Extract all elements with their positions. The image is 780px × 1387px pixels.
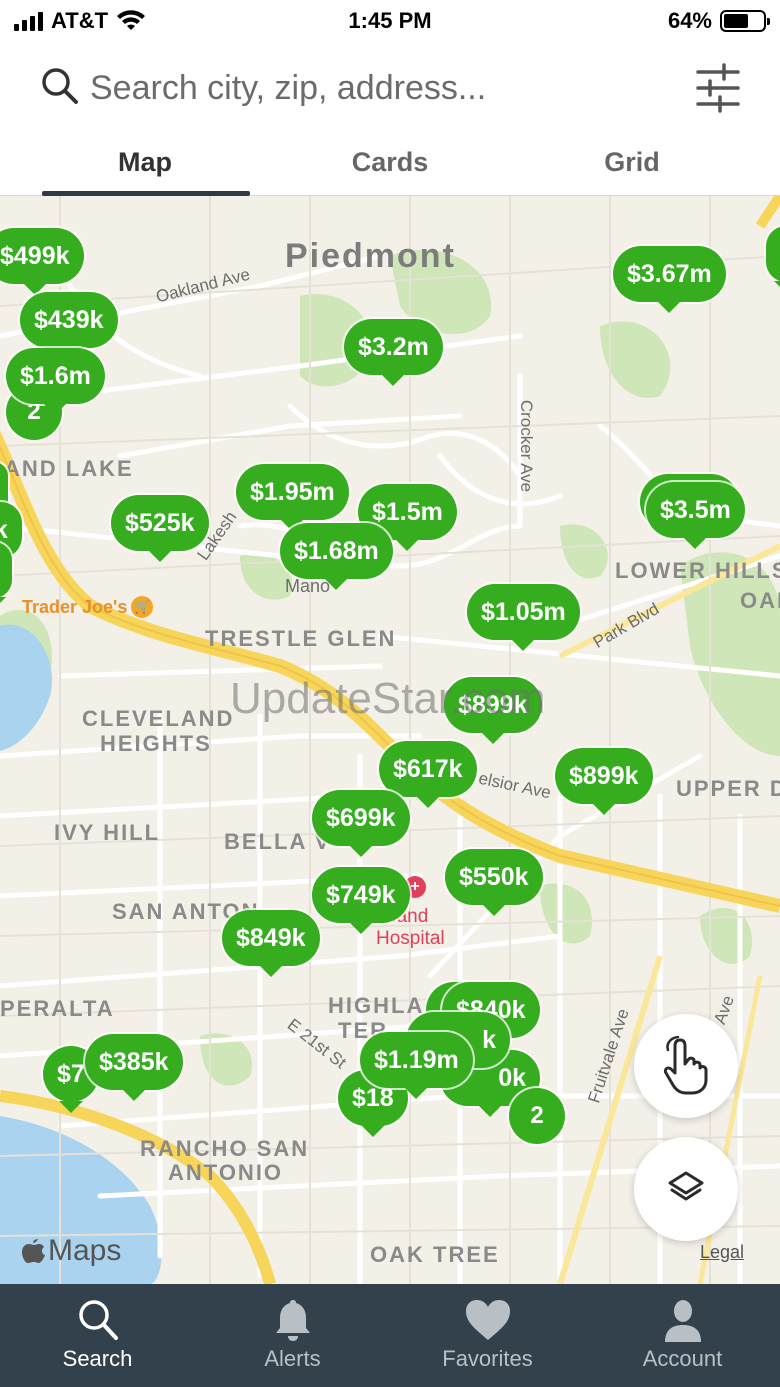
price-pin[interactable]: $899k (555, 748, 653, 815)
price-pin[interactable]: $3.67m (613, 246, 726, 313)
place-label: Mano (285, 576, 331, 596)
legal-link[interactable]: Legal (700, 1242, 744, 1263)
bottom-nav: Search Alerts Favorites Account (0, 1284, 780, 1387)
tab-map[interactable]: Map (40, 132, 250, 192)
place-label: BELLA V (224, 829, 332, 854)
map-layers-button[interactable] (634, 1137, 738, 1241)
maps-label: Maps (48, 1234, 122, 1267)
place-label: RANCHO SAN (140, 1136, 310, 1161)
search-icon (42, 68, 78, 104)
place-label: HEIGHTS (100, 731, 212, 756)
status-bar: AT&T 1:45 PM 64% (0, 0, 780, 44)
place-label: TRESTLE GLEN (205, 626, 397, 651)
price-pin[interactable]: $499k (0, 228, 84, 295)
status-battery-group: 64% (667, 8, 770, 34)
view-tabs: Map Cards Grid (0, 132, 780, 196)
battery-percent: 64% (667, 8, 712, 33)
nav-favorites[interactable]: Favorites (390, 1284, 585, 1387)
price-pin[interactable]: $3.5m (646, 482, 745, 549)
draw-area-button[interactable] (634, 1014, 738, 1118)
nav-search[interactable]: Search (0, 1284, 195, 1387)
price-pin[interactable]: $1.95m (236, 464, 349, 531)
price-pin[interactable]: $439k (20, 292, 118, 359)
price-pin[interactable]: $1.19m (360, 1032, 473, 1099)
bell-icon (276, 1300, 310, 1341)
place-label: LOWER HILLS (615, 558, 780, 583)
price-pin[interactable]: $749k (312, 867, 410, 934)
apple-maps-attribution: Maps (22, 1234, 121, 1268)
nav-label: Alerts (264, 1346, 321, 1371)
search-bar (0, 52, 780, 124)
place-label: OAK (740, 588, 780, 613)
nav-label: Account (642, 1346, 723, 1371)
price-pin[interactable]: $525k (111, 495, 209, 562)
search-icon (79, 1300, 118, 1340)
place-label: PERALTA (0, 996, 115, 1021)
price-pin[interactable]: $3.2m (344, 319, 443, 386)
price-pin[interactable]: $699k (312, 790, 410, 857)
price-pin[interactable]: $1.68m (280, 523, 393, 590)
cluster-pin[interactable]: 2 (509, 1088, 565, 1144)
filter-sliders-icon[interactable] (694, 62, 742, 114)
status-time: 1:45 PM (348, 8, 432, 33)
tab-grid[interactable]: Grid (527, 132, 737, 192)
place-label: Piedmont (285, 237, 456, 275)
price-pin[interactable]: $617k (379, 741, 477, 808)
place-label: HIGHLA (328, 993, 425, 1018)
hospital-name-2: Hospital (376, 928, 445, 949)
price-pin[interactable]: $550k (445, 849, 543, 916)
tab-cards[interactable]: Cards (285, 132, 495, 192)
search-input[interactable] (90, 64, 650, 112)
nav-label: Search (62, 1346, 133, 1371)
shopping-cart-icon: 🛒 (131, 596, 154, 618)
place-label: OAK TREE (370, 1242, 500, 1267)
watermark: UpdateStar.com (230, 674, 546, 723)
price-pin[interactable]: $1.05m (467, 584, 580, 651)
price-pin[interactable]: $1.6m (6, 348, 105, 415)
place-label: AND LAKE (4, 456, 134, 481)
poi-label: Trader Joe's (22, 596, 128, 617)
street-label: Crocker Ave (517, 399, 537, 493)
nav-account[interactable]: Account (585, 1284, 780, 1387)
place-label: IVY HILL (54, 820, 161, 845)
map-view[interactable]: Piedmont AND LAKE TRESTLE GLEN CLEVELAND… (0, 196, 780, 1284)
hand-pointer-icon (663, 1036, 708, 1095)
person-icon (665, 1300, 701, 1342)
price-pin[interactable]: $849k (222, 910, 320, 977)
nav-label: Favorites (442, 1346, 533, 1371)
battery-icon (720, 10, 770, 32)
trader-joes-poi[interactable]: Trader Joe's 🛒 (22, 596, 154, 618)
heart-icon (466, 1300, 510, 1340)
layers-icon (668, 1171, 704, 1201)
price-pin[interactable]: $385k (85, 1034, 183, 1101)
place-label: ANTONIO (168, 1160, 284, 1185)
place-label: CLEVELAND (82, 706, 235, 731)
apple-logo-icon (22, 1239, 45, 1263)
place-label: UPPER D (676, 776, 780, 801)
nav-alerts[interactable]: Alerts (195, 1284, 390, 1387)
